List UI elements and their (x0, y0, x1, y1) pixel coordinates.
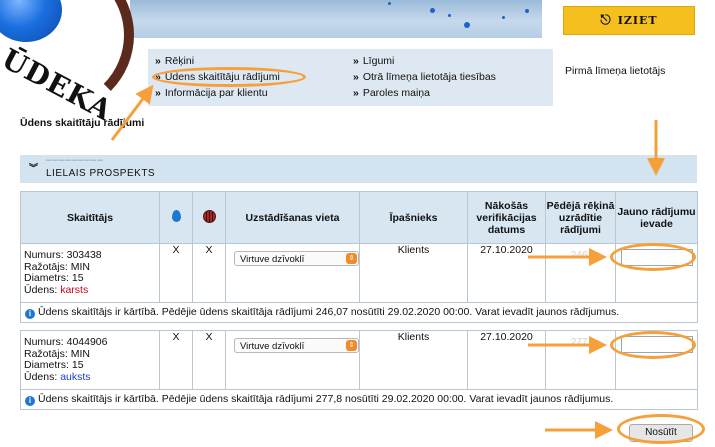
arrow-icon (110, 84, 154, 141)
annotation-arrows (110, 84, 665, 439)
